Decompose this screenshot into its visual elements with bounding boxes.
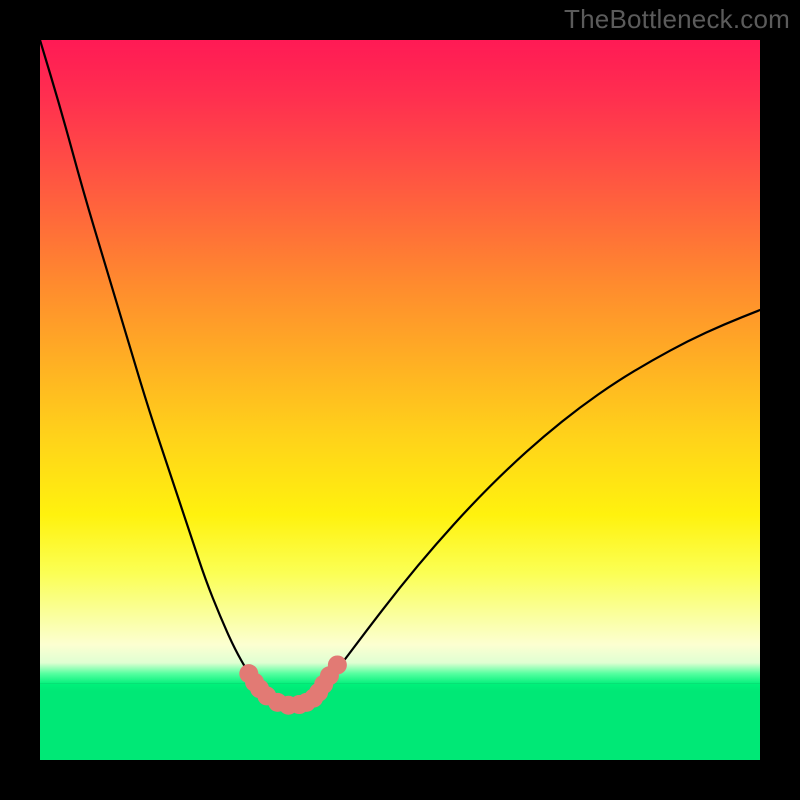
highlight-dots bbox=[239, 655, 347, 714]
highlight-dot bbox=[328, 655, 347, 674]
chart-frame: TheBottleneck.com bbox=[0, 0, 800, 800]
plot-area bbox=[40, 40, 760, 760]
bottleneck-curve bbox=[40, 40, 760, 706]
curve-layer bbox=[40, 40, 760, 760]
watermark-text: TheBottleneck.com bbox=[564, 4, 790, 35]
